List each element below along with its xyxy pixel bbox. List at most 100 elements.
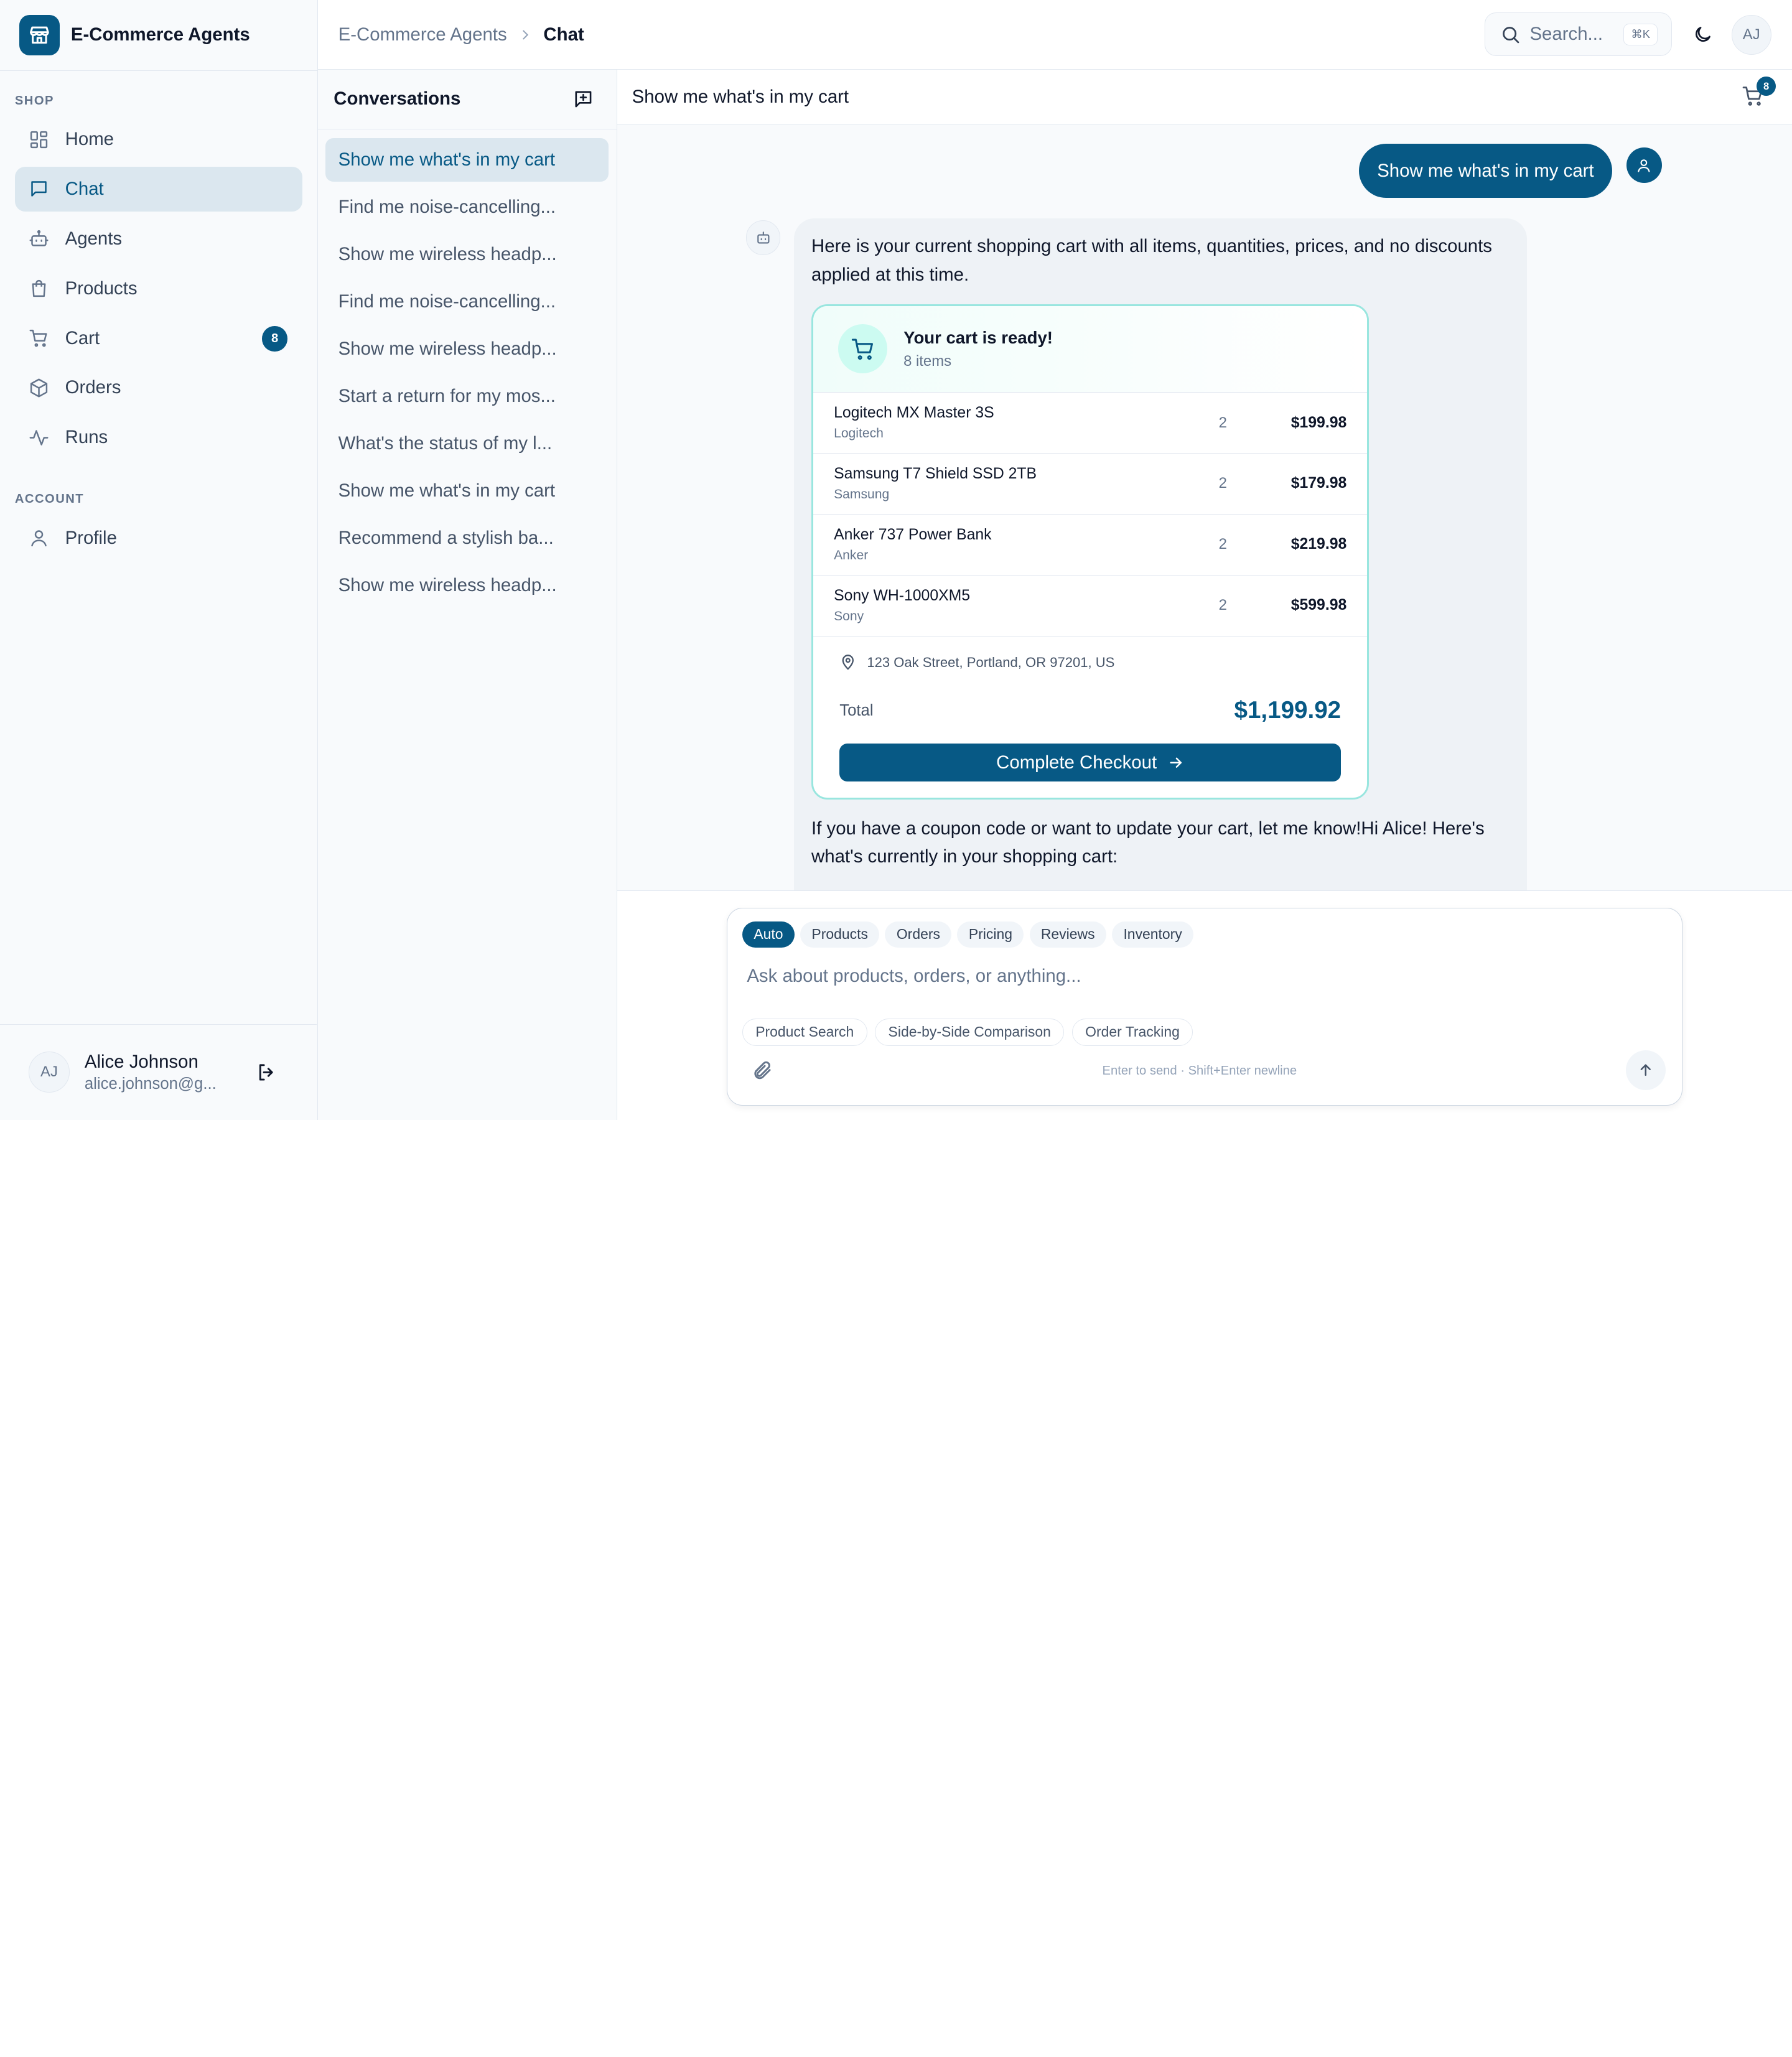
assistant-followup-text-2: If you'd like to apply a coupon, change … (811, 885, 1510, 890)
product-quantity: 2 (1218, 414, 1227, 431)
product-name: Sony WH-1000XM5 (834, 587, 971, 604)
topbar: E-Commerce Agents Chat Search... ⌘K AJ (317, 0, 1792, 70)
conversation-list: Show me what's in my cart Find me noise-… (318, 129, 617, 621)
sidebar-item-profile[interactable]: Profile (15, 516, 302, 561)
suggestion-product-search[interactable]: Product Search (742, 1018, 867, 1046)
sidebar-item-agents[interactable]: Agents (15, 217, 302, 261)
cart-item-count: 8 items (903, 352, 952, 370)
composer-area: Auto Products Orders Pricing Reviews Inv… (617, 890, 1792, 1120)
total-value: $1,199.92 (1234, 697, 1342, 724)
nav-heading-shop: SHOP (14, 93, 54, 108)
sidebar-item-products[interactable]: Products (15, 266, 302, 311)
suggestion-chips: Product Search Side-by-Side Comparison O… (742, 1018, 1193, 1046)
sidebar-item-home[interactable]: Home (15, 117, 302, 162)
conversation-item[interactable]: Show me wireless headp... (325, 327, 609, 371)
product-name: Logitech MX Master 3S (834, 404, 994, 421)
message-list: Show me what's in my cart Here is your c… (617, 124, 1792, 890)
user-footer: AJ Alice Johnson alice.johnson@g... (0, 1024, 317, 1120)
app-name: E-Commerce Agents (70, 24, 250, 45)
product-brand: Sony (834, 609, 864, 623)
conversations-header: Conversations (317, 70, 617, 129)
complete-checkout-button[interactable]: Complete Checkout (839, 744, 1342, 781)
conversations-title: Conversations (334, 88, 461, 110)
avatar[interactable]: AJ (28, 1052, 70, 1093)
suggestion-order-tracking[interactable]: Order Tracking (1071, 1018, 1193, 1046)
breadcrumb: E-Commerce Agents Chat (338, 24, 584, 45)
cart-total: Total $1,199.92 (813, 689, 1367, 732)
conversation-item[interactable]: What's the status of my l... (325, 422, 609, 465)
mode-tab-auto[interactable]: Auto (742, 921, 795, 948)
assistant-followup-text: If you have a coupon code or want to upd… (811, 818, 1485, 867)
chat-title: Show me what's in my cart (632, 86, 849, 107)
grid-icon (30, 131, 48, 148)
conversation-item[interactable]: Recommend a stylish ba... (325, 516, 609, 560)
search-placeholder: Search... (1529, 24, 1603, 45)
main-area: E-Commerce Agents Chat Search... ⌘K AJ C… (317, 0, 1792, 1120)
sidebar-item-label: Products (65, 278, 138, 299)
mode-tab-pricing[interactable]: Pricing (957, 921, 1024, 948)
cart-item-row: Logitech MX Master 3S Logitech 2 $199.98 (813, 393, 1368, 454)
product-name: Anker 737 Power Bank (834, 526, 992, 543)
mode-tab-inventory[interactable]: Inventory (1112, 921, 1194, 948)
sidebar-item-chat[interactable]: Chat (14, 167, 302, 212)
nav-section-shop: Home Chat Agents Products Cart 8 Orders … (0, 117, 317, 460)
cart-summary-card: Your cart is ready! 8 items Logitech MX … (811, 304, 1370, 800)
attach-button[interactable] (752, 1060, 775, 1083)
send-button[interactable] (1625, 1050, 1666, 1091)
arrow-up-icon (1640, 1064, 1651, 1076)
conversation-item[interactable]: Start a return for my mos... (325, 375, 609, 418)
theme-toggle-button[interactable] (1688, 19, 1718, 49)
new-conversation-button[interactable] (571, 86, 595, 111)
breadcrumb-app[interactable]: E-Commerce Agents (338, 24, 507, 45)
cart-card-header: Your cart is ready! 8 items (813, 306, 1368, 393)
message-input[interactable] (747, 966, 1638, 987)
conversation-item[interactable]: Show me wireless headp... (325, 233, 609, 276)
shipping-address: 123 Oak Street, Portland, OR 97201, US (813, 637, 1367, 689)
store-logo-icon (19, 15, 60, 55)
sidebar-item-label: Agents (65, 228, 123, 249)
product-quantity: 2 (1218, 597, 1227, 614)
new-chat-icon (575, 91, 592, 108)
conversations-panel: Conversations Show me what's in my cart … (317, 70, 617, 1120)
nav-section-account: Profile (0, 516, 317, 561)
send-hint: Enter to send · Shift+Enter newline (1102, 1064, 1297, 1078)
search-button[interactable]: Search... ⌘K (1484, 12, 1673, 56)
activity-icon (29, 430, 49, 445)
cart-icon (29, 329, 47, 347)
sidebar-item-orders[interactable]: Orders (15, 366, 302, 411)
product-brand: Logitech (834, 426, 884, 441)
logout-button[interactable] (250, 1056, 282, 1088)
product-brand: Anker (834, 548, 869, 563)
sidebar-item-cart[interactable]: Cart 8 (15, 316, 302, 361)
paperclip-icon (754, 1061, 771, 1079)
mode-tab-orders[interactable]: Orders (885, 921, 952, 948)
cart-item-row: Samsung T7 Shield SSD 2TB Samsung 2 $179… (813, 454, 1368, 515)
conversation-item[interactable]: Show me what's in my cart (325, 469, 609, 513)
conversation-item[interactable]: Find me noise-cancelling... (325, 185, 609, 229)
sidebar-item-label: Profile (65, 527, 117, 548)
cart-icon (838, 324, 888, 374)
product-price: $179.98 (1290, 475, 1347, 492)
sidebar-item-label: Runs (65, 427, 108, 448)
mode-tab-reviews[interactable]: Reviews (1029, 921, 1106, 948)
header-cart-button[interactable]: 8 (1742, 77, 1776, 110)
conversation-item[interactable]: Show me what's in my cart (325, 138, 609, 182)
mode-tabs: Auto Products Orders Pricing Reviews Inv… (742, 921, 1194, 948)
assistant-message: Here is your current shopping cart with … (794, 218, 1527, 890)
product-quantity: 2 (1218, 475, 1227, 492)
user-email: alice.johnson@g... (84, 1075, 217, 1093)
cart-count-badge: 8 (262, 326, 287, 352)
sidebar-item-label: Chat (65, 178, 104, 199)
logout-icon (259, 1064, 273, 1081)
conversation-item[interactable]: Find me noise-cancelling... (325, 280, 609, 324)
brand[interactable]: E-Commerce Agents (0, 0, 317, 71)
product-price: $199.98 (1290, 414, 1347, 431)
cart-item-row: Sony WH-1000XM5 Sony 2 $599.98 (813, 576, 1368, 637)
top-avatar[interactable]: AJ (1731, 14, 1771, 55)
mode-tab-products[interactable]: Products (800, 921, 880, 948)
sidebar-item-runs[interactable]: Runs (15, 416, 302, 460)
suggestion-comparison[interactable]: Side-by-Side Comparison (875, 1018, 1065, 1046)
sidebar-item-label: Home (65, 129, 114, 150)
search-icon (1502, 26, 1519, 43)
conversation-item[interactable]: Show me wireless headp... (325, 564, 609, 607)
